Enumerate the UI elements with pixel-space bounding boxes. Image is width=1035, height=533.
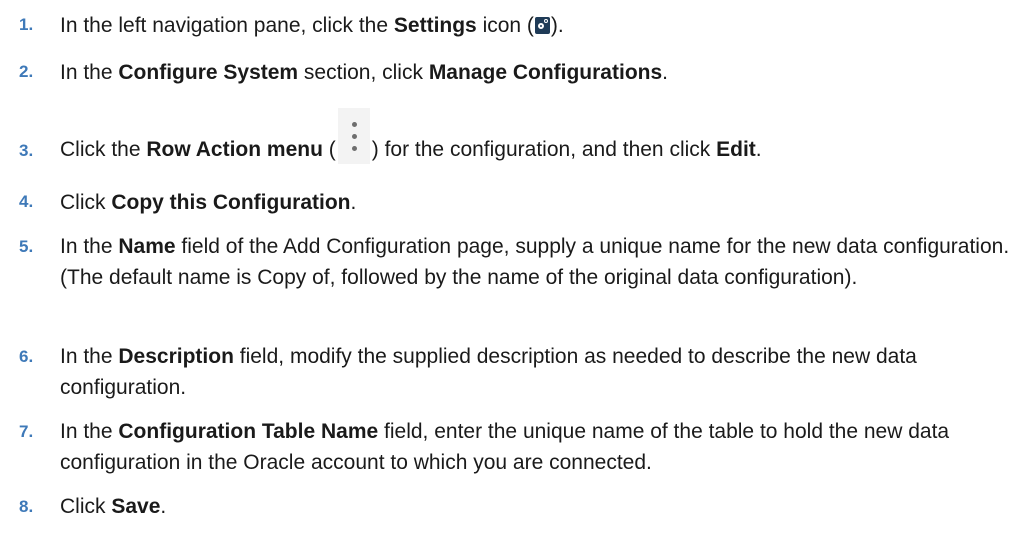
- step-text: In the left navigation pane, click the S…: [60, 14, 564, 37]
- step-text: In the Configuration Table Name field, e…: [60, 420, 950, 474]
- step-number: 1.: [19, 15, 34, 34]
- step-text: In the Name field of the Add Configurati…: [60, 235, 1010, 289]
- row-action-kebab-icon: [337, 108, 370, 164]
- step-number: 8.: [19, 497, 34, 516]
- step-number: 4.: [19, 192, 34, 211]
- step-text: In the Configure System section, click M…: [60, 61, 668, 84]
- step-text: Click Save.: [60, 495, 167, 518]
- step-number: 7.: [19, 422, 34, 441]
- step-number: 5.: [19, 237, 34, 256]
- step-number: 6.: [19, 347, 34, 366]
- step-number: 2.: [19, 62, 34, 81]
- step-number: 3.: [19, 141, 34, 160]
- step-text: Click Copy this Configuration.: [60, 191, 357, 214]
- step-text: In the Description field, modify the sup…: [60, 345, 917, 399]
- settings-gear-icon: [534, 17, 550, 34]
- step-text: Click the Row Action menu () for the con…: [60, 108, 1028, 178]
